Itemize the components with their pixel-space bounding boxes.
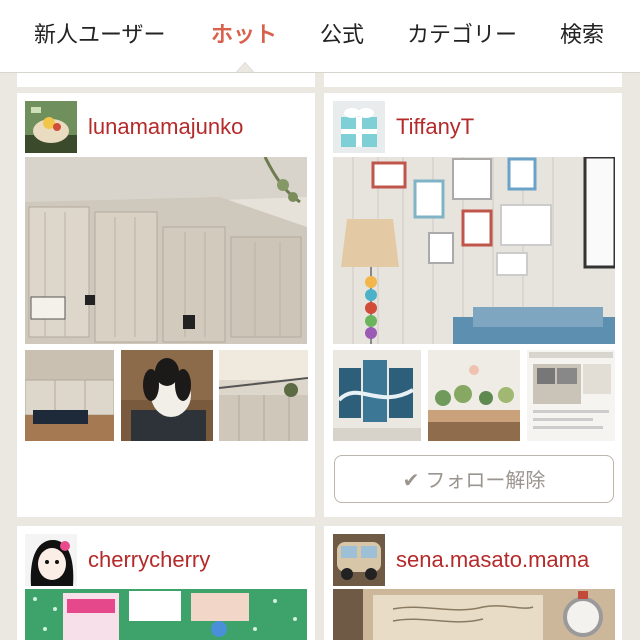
username[interactable]: TiffanyT <box>396 114 474 140</box>
main-photo[interactable] <box>25 157 307 344</box>
category-tab-bar: 新人ユーザー ホット 公式 カテゴリー 検索 <box>0 0 640 73</box>
thumbnail-photo[interactable] <box>333 350 421 441</box>
username[interactable]: lunamamajunko <box>88 114 243 140</box>
thumbnail-photo[interactable] <box>527 350 615 441</box>
tab-official[interactable]: 公式 <box>320 20 364 52</box>
thumbnail-photo[interactable] <box>25 350 114 441</box>
tab-search[interactable]: 検索 <box>560 20 604 52</box>
tab-hot[interactable]: ホット <box>211 20 277 52</box>
user-avatar[interactable] <box>25 101 77 153</box>
unfollow-button[interactable]: ✔ フォロー解除 <box>334 455 614 503</box>
main-photo[interactable] <box>25 589 307 640</box>
user-avatar[interactable] <box>333 101 385 153</box>
thumbnail-photo[interactable] <box>219 350 308 441</box>
previous-card-bottom <box>17 73 315 87</box>
thumbnail-photo[interactable] <box>428 350 520 441</box>
tab-new-users[interactable]: 新人ユーザー <box>34 20 166 52</box>
user-avatar[interactable] <box>25 534 77 586</box>
active-tab-indicator <box>236 62 254 72</box>
tab-category[interactable]: カテゴリー <box>407 20 517 52</box>
username[interactable]: cherrycherry <box>88 547 210 573</box>
unfollow-label: フォロー解除 <box>425 468 546 492</box>
thumbnail-photo[interactable] <box>121 350 213 441</box>
check-icon: ✔ <box>402 468 420 492</box>
previous-card-bottom <box>324 73 622 87</box>
user-avatar[interactable] <box>333 534 385 586</box>
main-photo[interactable] <box>333 157 615 344</box>
main-photo[interactable] <box>333 589 615 640</box>
username[interactable]: sena.masato.mama <box>396 547 589 573</box>
